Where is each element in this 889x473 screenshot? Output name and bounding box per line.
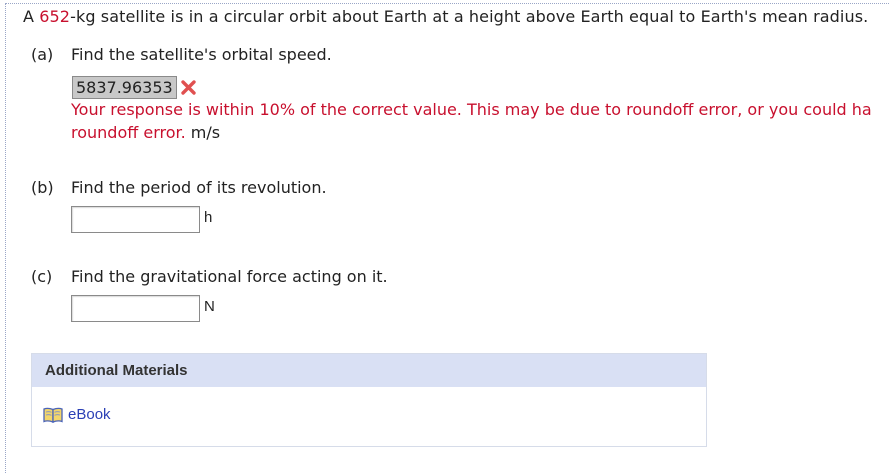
additional-materials-title: Additional Materials: [32, 354, 706, 387]
additional-materials-panel: Additional Materials eBook: [31, 353, 707, 447]
part-c-unit: N: [204, 298, 215, 315]
part-a-feedback-line1: Your response is within 10% of the corre…: [71, 100, 872, 119]
part-c-label: (c): [31, 267, 53, 286]
part-c-answer-input[interactable]: [71, 295, 200, 322]
part-a-label: (a): [31, 45, 54, 64]
question-suffix: -kg satellite is in a circular orbit abo…: [70, 7, 869, 26]
part-b-prompt: Find the period of its revolution.: [71, 178, 327, 197]
question-mass-value: 652: [39, 7, 71, 26]
ebook-link[interactable]: eBook: [43, 406, 111, 423]
question-left-border: [5, 3, 6, 473]
part-a-prompt: Find the satellite's orbital speed.: [71, 45, 332, 64]
book-icon: [43, 407, 63, 423]
part-a-feedback: Your response is within 10% of the corre…: [71, 98, 872, 144]
part-a-feedback-line2: roundoff error.: [71, 123, 186, 142]
ebook-label[interactable]: eBook: [68, 406, 111, 423]
part-b-unit: h: [204, 209, 213, 226]
question-prefix: A: [23, 7, 40, 26]
x-icon: [181, 80, 196, 95]
part-b-label: (b): [31, 178, 54, 197]
part-b-answer-input[interactable]: [71, 206, 200, 233]
part-a-answer-field[interactable]: 5837.96353: [72, 76, 177, 99]
part-c-prompt: Find the gravitational force acting on i…: [71, 267, 388, 286]
question-text: A 652-kg satellite is in a circular orbi…: [23, 7, 868, 26]
part-a-unit: m/s: [190, 123, 221, 142]
question-top-border: [5, 3, 889, 4]
